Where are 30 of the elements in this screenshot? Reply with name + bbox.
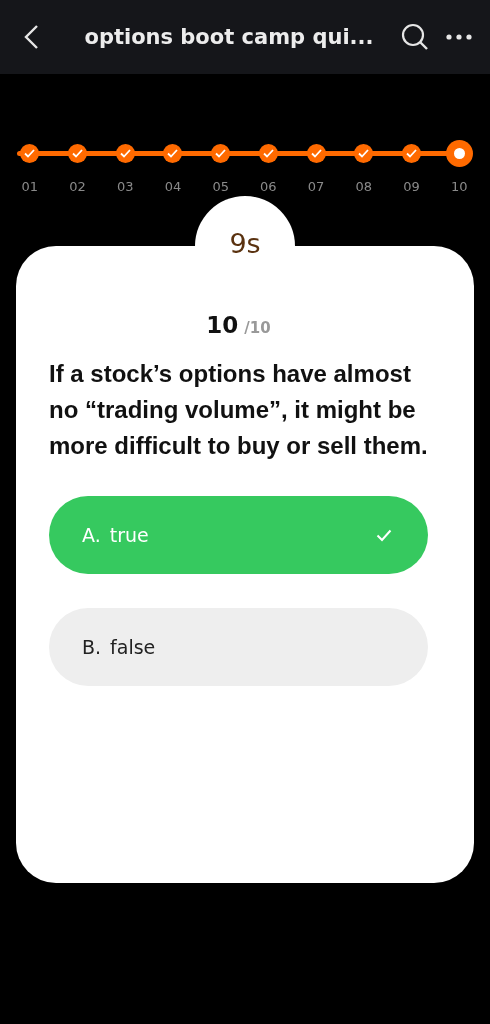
completed-step-icon [20, 144, 40, 163]
completed-step-icon [163, 144, 183, 163]
question-total: /10 [244, 319, 271, 337]
search-icon [401, 23, 429, 51]
current-step-icon [445, 140, 473, 167]
more-icon [446, 34, 472, 40]
completed-step-icon [354, 144, 374, 163]
completed-step-icon [211, 144, 231, 163]
completed-step-icon [258, 144, 278, 163]
back-icon [23, 24, 39, 50]
step-number: 10 [450, 179, 468, 194]
question-text: If a stock’s options have almost no “trading volume”, it might be more difficult to buy or sell them. [49, 359, 428, 461]
step-number: 07 [307, 179, 325, 194]
answer-option[interactable]: B. false [49, 608, 428, 686]
step-number: 02 [69, 179, 86, 194]
step-number: 03 [116, 179, 134, 194]
step-number: 08 [355, 179, 372, 194]
step-number: 06 [260, 179, 277, 194]
completed-step-icon [68, 144, 88, 163]
completed-step-icon [115, 144, 135, 163]
step-number: 05 [212, 179, 229, 194]
check-icon [376, 528, 392, 542]
completed-step-icon [401, 144, 421, 163]
step-number: 01 [21, 179, 39, 194]
step-number: 04 [164, 179, 182, 194]
step-number: 09 [403, 179, 420, 194]
timer-text: 9s [229, 228, 261, 260]
page-title: options boot camp qui... [83, 25, 375, 49]
question-number: 10 [206, 312, 239, 338]
completed-step-icon [306, 144, 326, 163]
